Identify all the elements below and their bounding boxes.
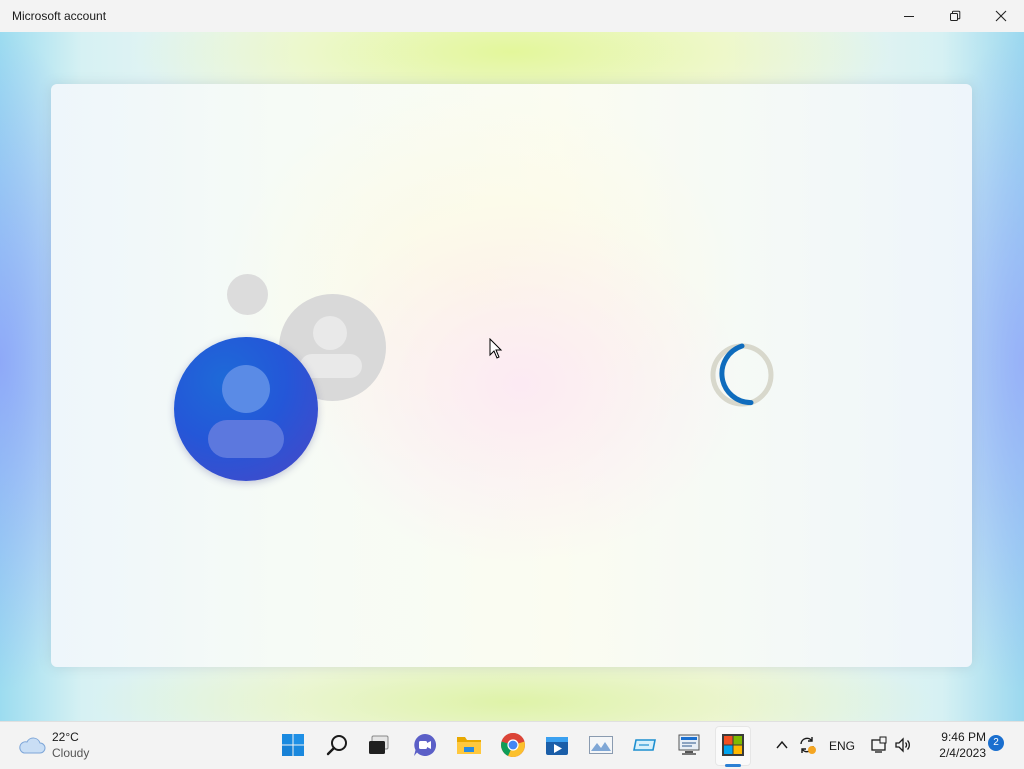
restore-button[interactable] [932,0,978,32]
chat-button[interactable] [410,730,440,760]
loading-spinner-icon [710,343,774,407]
cloud-icon [19,737,46,754]
microsoft-store-icon [722,734,744,756]
chrome-button[interactable] [498,730,528,760]
start-button[interactable] [278,730,308,760]
volume-button[interactable] [889,730,917,760]
file-explorer-button[interactable] [454,730,484,760]
chevron-up-icon [776,740,788,749]
taskbar: 22°C Cloudy ENG 9:46 PM 2/4/2023 [0,721,1024,769]
search-button[interactable] [322,730,352,760]
mouse-cursor-icon [489,338,503,359]
weather-condition: Cloudy [52,746,90,760]
media-player-icon [546,737,568,755]
weather-temperature: 22°C [52,730,79,744]
decorative-dot-icon [227,274,268,315]
screen-icon [633,739,656,751]
clock[interactable]: 9:46 PM 2/4/2023 [920,730,986,762]
close-icon [995,10,1007,22]
notification-count-badge[interactable]: 2 [988,735,1004,751]
minimize-button[interactable] [886,0,932,32]
clock-date: 2/4/2023 [939,746,986,760]
network-icon [871,736,887,753]
microsoft-store-button[interactable] [718,730,748,760]
remote-desktop-button[interactable] [674,730,704,760]
account-picture-icon [174,337,318,481]
start-icon [282,734,304,756]
task-view-button[interactable] [364,730,394,760]
clock-time: 9:46 PM [941,730,986,744]
chat-icon [414,733,437,756]
speaker-icon [895,737,910,753]
file-explorer-icon [457,737,481,754]
weather-widget[interactable]: 22°C Cloudy [18,730,138,762]
minimize-icon [904,16,914,17]
task-view-icon [369,735,389,754]
photos-icon [589,736,613,754]
photos-button[interactable] [586,730,616,760]
restore-icon [950,10,961,21]
input-language-indicator[interactable]: ENG [829,739,855,753]
remote-desktop-icon [678,734,700,755]
chrome-icon [501,733,525,757]
show-hidden-icons-button[interactable] [768,730,796,760]
sync-status-button[interactable] [793,730,821,760]
sync-icon [800,737,816,754]
window-title: Microsoft account [12,9,107,23]
media-player-button[interactable] [542,730,572,760]
search-icon [326,735,347,756]
window-title-bar: Microsoft account [0,0,1024,32]
close-button[interactable] [978,0,1024,32]
active-app-indicator [725,764,741,767]
screen-app-button[interactable] [630,730,660,760]
